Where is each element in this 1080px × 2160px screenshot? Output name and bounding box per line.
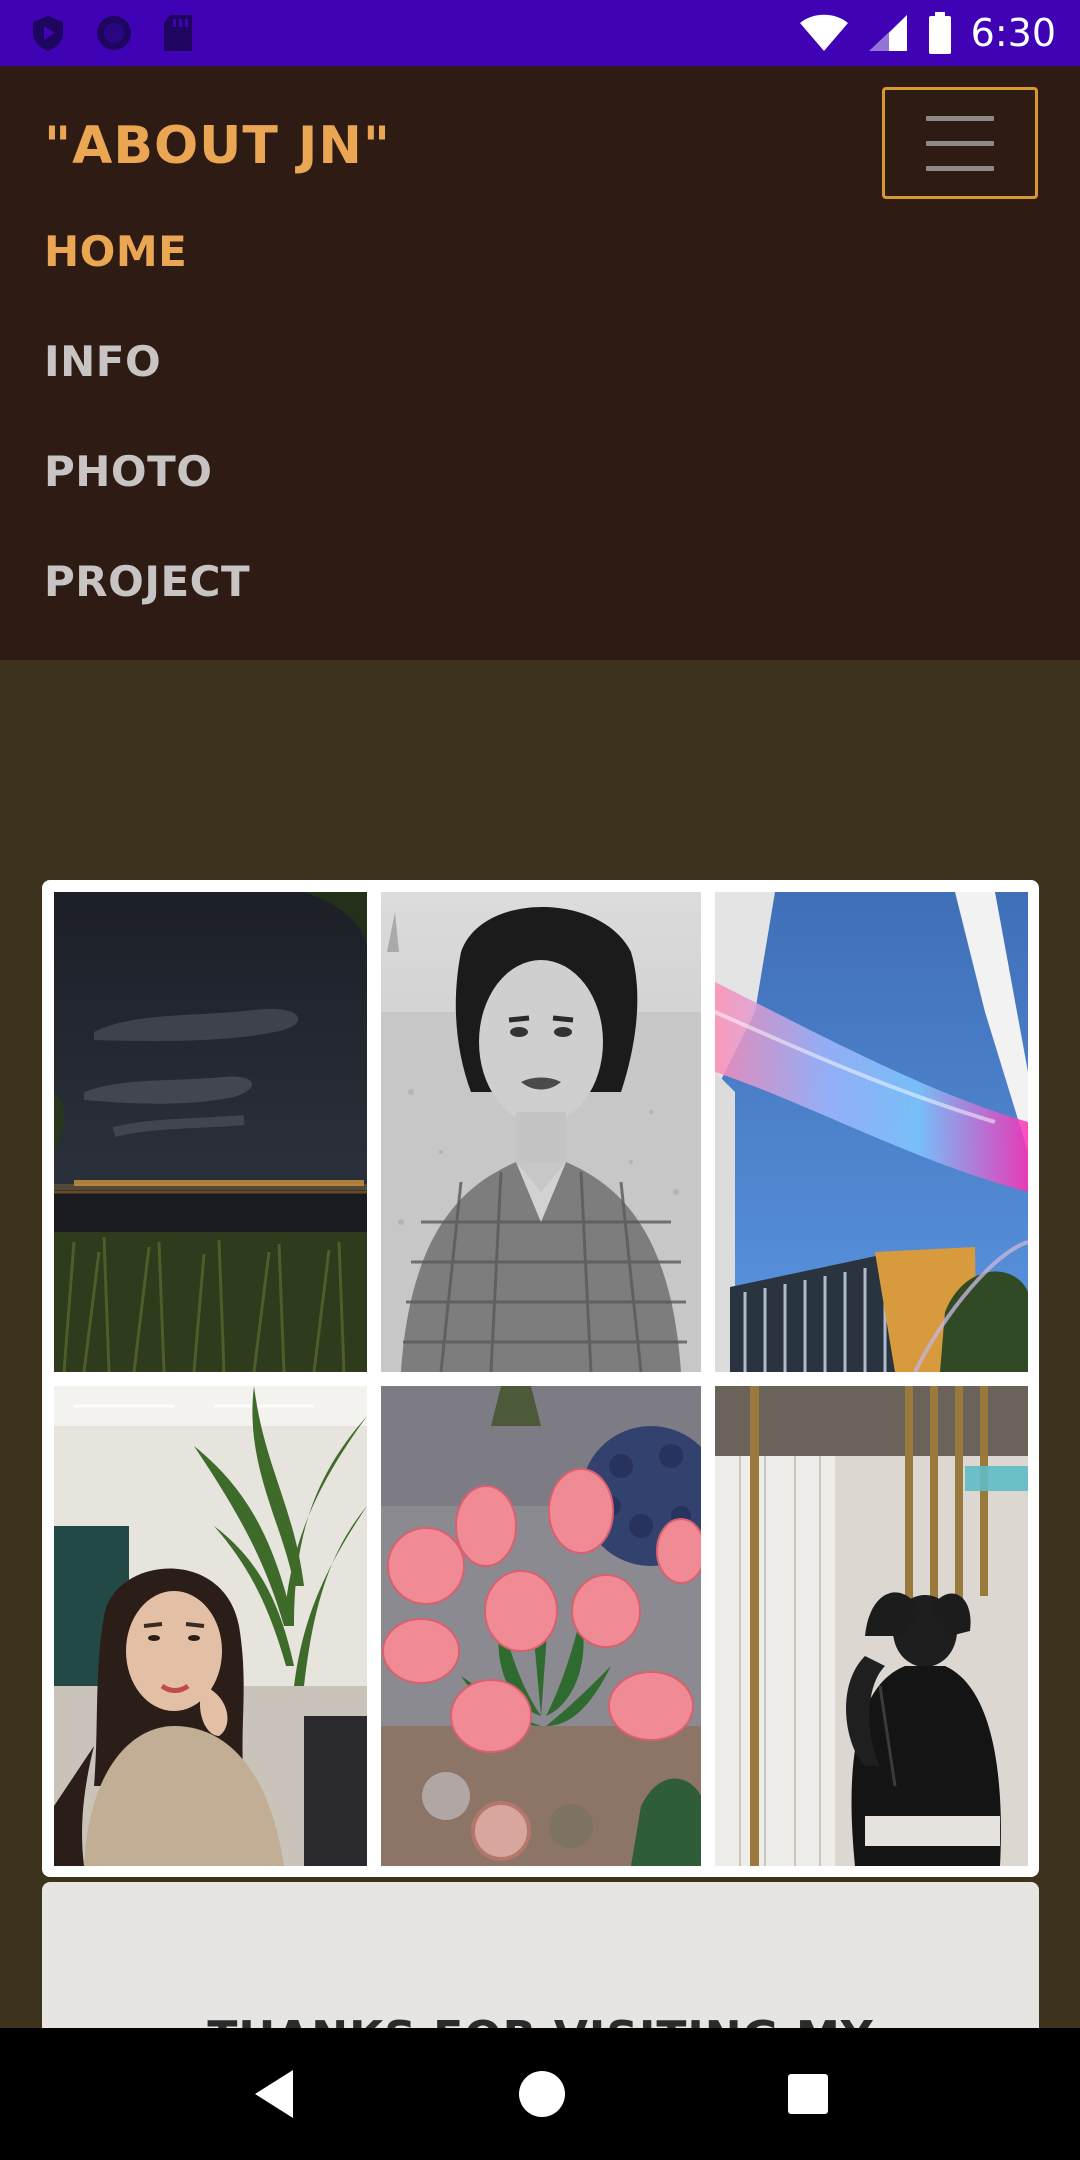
photo-pink-tulips[interactable] [381,1386,701,1866]
sd-card-icon [164,15,192,51]
battery-icon [928,12,951,54]
nav-item-info[interactable]: INFO [44,337,161,386]
nav-item-home[interactable]: HOME [44,227,187,276]
recents-icon[interactable] [785,2071,831,2117]
home-icon[interactable] [517,2069,567,2119]
circle-icon [97,16,131,50]
photo-portrait-plant[interactable] [54,1386,367,1866]
hamburger-menu-icon [926,140,994,146]
status-right-icons: 6:30 [799,11,1056,55]
photo-bw-portrait[interactable] [381,892,701,1372]
photo-person-jacket[interactable] [715,1386,1028,1866]
photo-sculpture-sky[interactable] [715,892,1028,1372]
hamburger-menu-icon [926,165,994,171]
back-icon[interactable] [249,2066,299,2122]
site-navbar: "ABOUT JN" HOME INFO PHOTO PROJECT [0,66,1080,660]
photo-night-river[interactable] [54,892,367,1372]
signal-icon [868,15,907,51]
status-bar: 6:30 [0,0,1080,66]
nav-item-project[interactable]: PROJECT [44,557,250,606]
wifi-icon [799,14,848,51]
hamburger-menu-icon [926,115,994,121]
play-protect-icon [33,16,63,51]
status-left-icons [28,13,196,53]
site-brand[interactable]: "ABOUT JN" [44,116,391,176]
system-navigation-bar [0,2028,1080,2160]
photo-gallery [42,880,1039,1877]
hamburger-menu-button[interactable] [882,87,1038,199]
status-time: 6:30 [970,11,1056,55]
nav-item-photo[interactable]: PHOTO [44,447,213,496]
